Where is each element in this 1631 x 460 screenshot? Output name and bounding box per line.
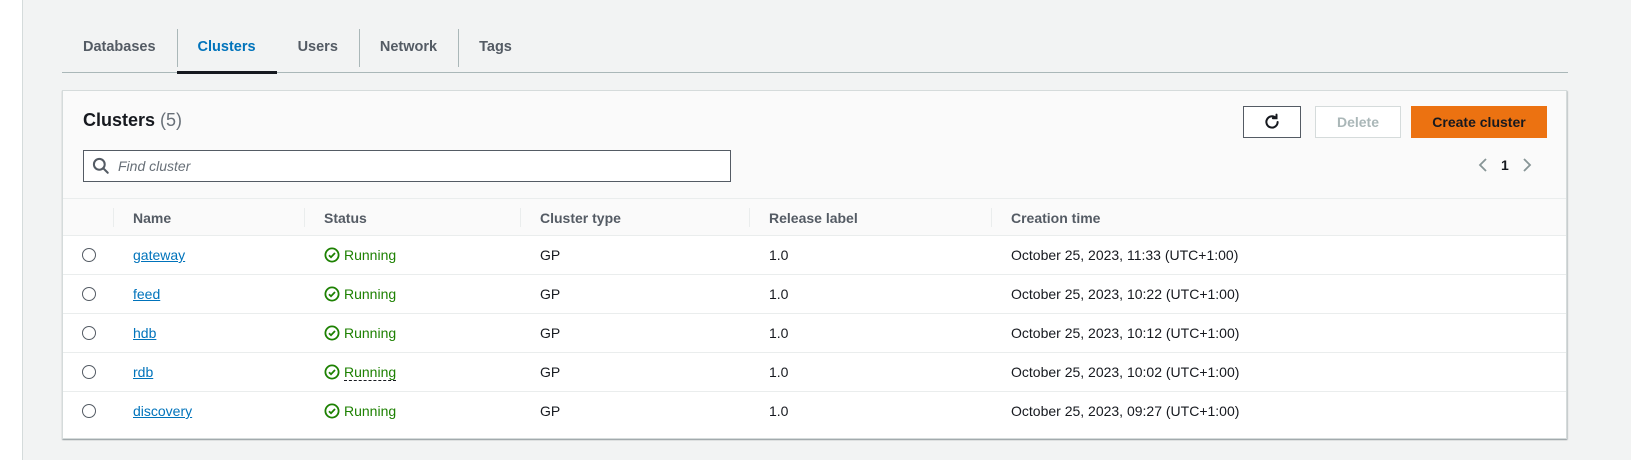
check-circle-icon <box>324 325 340 341</box>
pagination: 1 <box>1475 153 1535 177</box>
status-badge: Running <box>324 403 396 419</box>
cluster-name-link[interactable]: discovery <box>133 403 192 419</box>
search-input[interactable] <box>116 157 730 175</box>
status-badge[interactable]: Running <box>324 363 397 381</box>
search-field[interactable] <box>83 150 731 182</box>
column-header-name[interactable]: Name <box>113 199 303 236</box>
delete-button[interactable]: Delete <box>1315 106 1401 138</box>
check-circle-icon <box>324 286 340 302</box>
clusters-panel: Clusters (5) Delete Create cluster 1 <box>62 90 1567 439</box>
release-label: 1.0 <box>769 364 789 380</box>
cluster-type: GP <box>540 325 561 341</box>
column-label-name: Name <box>133 209 172 226</box>
check-circle-icon <box>324 247 340 263</box>
row-select-radio[interactable] <box>82 365 96 379</box>
row-select-radio[interactable] <box>82 326 96 340</box>
table-row[interactable]: gateway Running GP 1.0 October 25, 2023,… <box>63 236 1566 275</box>
table-row[interactable]: rdb Running GP 1.0 October 25, 2023, 10:… <box>63 353 1566 392</box>
tab-network[interactable]: Network <box>358 22 458 72</box>
table-row[interactable]: feed Running GP 1.0 October 25, 2023, 10… <box>63 275 1566 314</box>
panel-title: Clusters (5) <box>83 110 182 131</box>
chevron-right-icon[interactable] <box>1519 157 1535 173</box>
column-header-creation-time[interactable]: Creation time <box>991 199 1291 236</box>
left-rail <box>0 0 23 460</box>
row-select-radio[interactable] <box>82 248 96 262</box>
create-cluster-button[interactable]: Create cluster <box>1411 106 1547 138</box>
refresh-button[interactable] <box>1243 106 1301 138</box>
creation-time: October 25, 2023, 11:33 (UTC+1:00) <box>1011 247 1239 263</box>
status-text: Running <box>344 325 397 341</box>
column-header-cluster-type[interactable]: Cluster type <box>520 199 749 236</box>
column-label-release-label: Release label <box>769 209 858 226</box>
search-icon <box>92 157 109 174</box>
creation-time: October 25, 2023, 10:22 (UTC+1:00) <box>1011 286 1240 302</box>
table-header: Name Status Cluster type Release label C… <box>63 198 1566 236</box>
column-header-status[interactable]: Status <box>304 199 519 236</box>
panel-header: Clusters (5) Delete Create cluster 1 <box>63 91 1566 198</box>
row-select-radio[interactable] <box>82 404 96 418</box>
creation-time: October 25, 2023, 10:12 (UTC+1:00) <box>1011 325 1240 341</box>
column-header-release-label[interactable]: Release label <box>749 199 991 236</box>
cluster-type: GP <box>540 403 561 419</box>
chevron-left-icon[interactable] <box>1475 157 1491 173</box>
tab-bar: Databases Clusters Users Network Tags <box>62 22 1568 74</box>
column-label-creation-time: Creation time <box>1011 209 1101 226</box>
release-label: 1.0 <box>769 325 789 341</box>
tab-tags[interactable]: Tags <box>458 22 533 72</box>
release-label: 1.0 <box>769 286 789 302</box>
cluster-name-link[interactable]: feed <box>133 286 160 302</box>
tab-users[interactable]: Users <box>277 22 359 72</box>
status-badge: Running <box>324 325 396 341</box>
cluster-name-link[interactable]: gateway <box>133 247 185 263</box>
tab-clusters[interactable]: Clusters <box>176 22 277 74</box>
status-badge: Running <box>324 247 396 263</box>
creation-time: October 25, 2023, 10:02 (UTC+1:00) <box>1011 364 1240 380</box>
cluster-count: (5) <box>160 110 183 130</box>
table-body: gateway Running GP 1.0 October 25, 2023,… <box>63 236 1566 431</box>
cluster-type: GP <box>540 364 561 380</box>
release-label: 1.0 <box>769 247 789 263</box>
status-text: Running <box>344 286 397 302</box>
tab-databases[interactable]: Databases <box>62 22 177 72</box>
status-text: Running <box>344 247 397 263</box>
column-label-cluster-type: Cluster type <box>540 209 621 226</box>
cluster-type: GP <box>540 286 561 302</box>
check-circle-icon <box>324 364 340 380</box>
refresh-icon <box>1265 113 1279 129</box>
status-text: Running <box>344 363 397 381</box>
page-number[interactable]: 1 <box>1501 157 1509 173</box>
status-text: Running <box>344 403 397 419</box>
cluster-name-link[interactable]: rdb <box>133 364 153 380</box>
creation-time: October 25, 2023, 09:27 (UTC+1:00) <box>1011 403 1240 419</box>
cluster-type: GP <box>540 247 561 263</box>
table-row[interactable]: hdb Running GP 1.0 October 25, 2023, 10:… <box>63 314 1566 353</box>
panel-title-text: Clusters <box>83 110 156 130</box>
check-circle-icon <box>324 403 340 419</box>
table-row[interactable]: discovery Running GP 1.0 October 25, 202… <box>63 392 1566 431</box>
row-select-radio[interactable] <box>82 287 96 301</box>
status-badge: Running <box>324 286 396 302</box>
release-label: 1.0 <box>769 403 789 419</box>
cluster-name-link[interactable]: hdb <box>133 325 156 341</box>
column-label-status: Status <box>324 209 367 226</box>
